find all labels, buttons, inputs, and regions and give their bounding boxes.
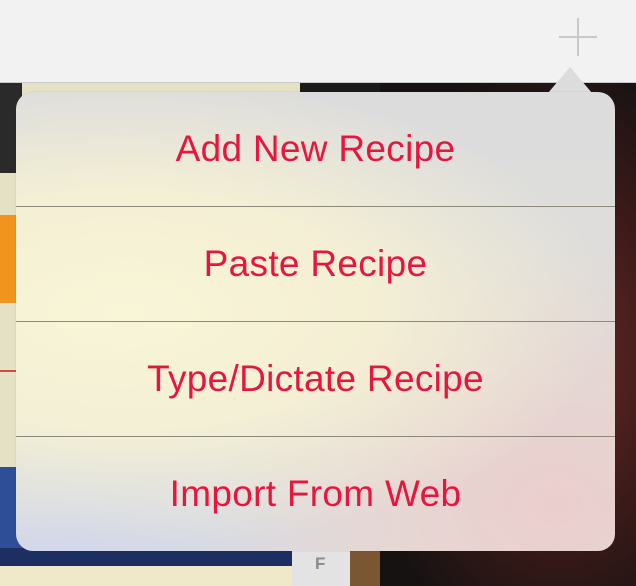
add-recipe-popover: Add New Recipe Paste Recipe Type/Dictate…: [16, 92, 615, 551]
navigation-bar: [0, 0, 636, 83]
popover-arrow: [548, 67, 592, 93]
index-letter: F: [315, 554, 326, 573]
menu-item-label: Paste Recipe: [203, 243, 428, 284]
background-footer: [0, 566, 300, 586]
add-new-recipe-menu-item[interactable]: Add New Recipe: [16, 92, 615, 206]
menu-item-label: Add New Recipe: [175, 128, 456, 169]
menu-item-label: Import From Web: [169, 473, 462, 514]
plus-icon[interactable]: [559, 18, 597, 56]
paste-recipe-menu-item[interactable]: Paste Recipe: [16, 207, 615, 321]
import-from-web-menu-item[interactable]: Import From Web: [16, 437, 615, 551]
menu-item-label: Type/Dictate Recipe: [147, 358, 484, 399]
type-dictate-recipe-menu-item[interactable]: Type/Dictate Recipe: [16, 322, 615, 436]
